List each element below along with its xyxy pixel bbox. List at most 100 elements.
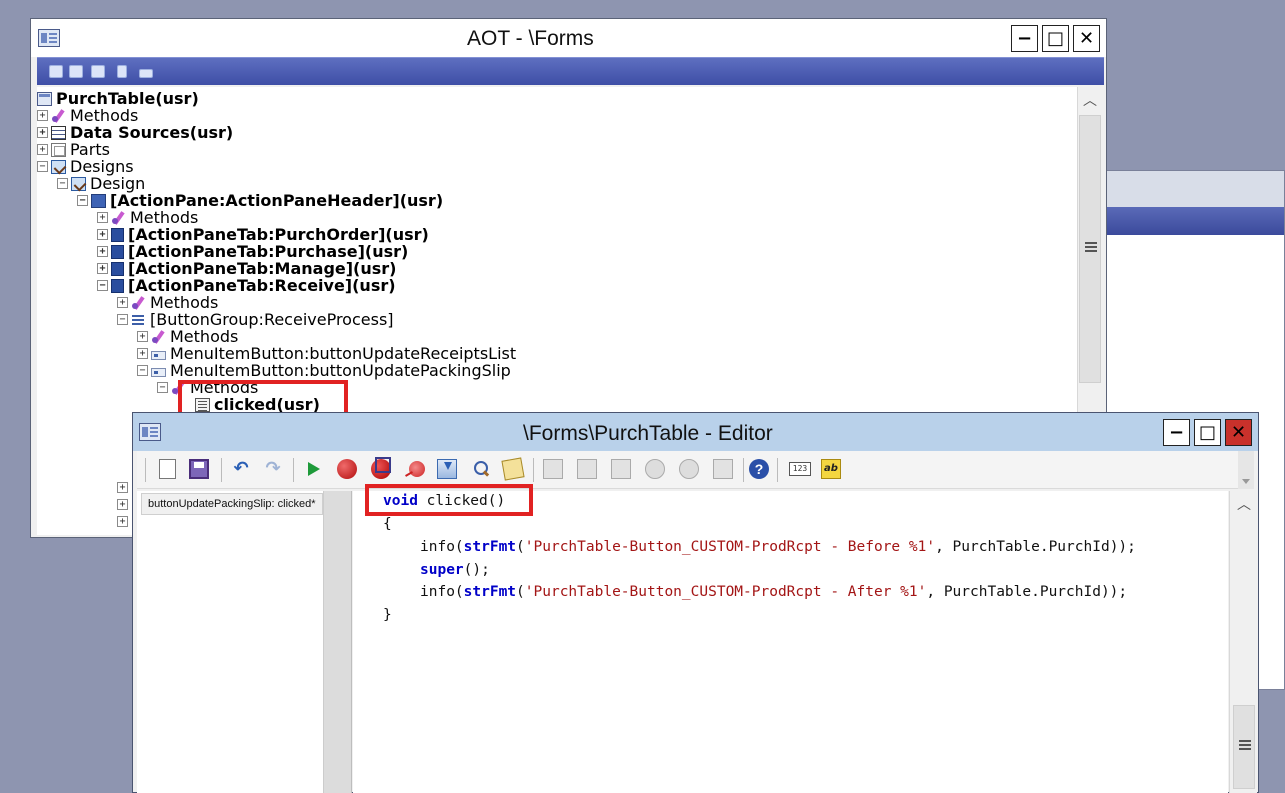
maximize-button[interactable]: □: [1194, 419, 1221, 446]
expand-icon[interactable]: +: [97, 263, 108, 274]
import-icon[interactable]: [117, 65, 127, 78]
expand-icon[interactable]: +: [97, 246, 108, 257]
code-line: super();: [420, 560, 490, 581]
editor-window: \Forms\PurchTable - Editor − □ ✕ ↶ ↷ ? 1…: [132, 412, 1259, 793]
close-button[interactable]: ✕: [1073, 25, 1100, 52]
tree-node-hidden[interactable]: +: [117, 496, 131, 513]
scroll-up-icon[interactable]: ︿: [1232, 493, 1256, 517]
filter-icon[interactable]: [139, 69, 153, 78]
code-text: , PurchTable.PurchId));: [935, 539, 1136, 555]
minimize-button[interactable]: −: [1011, 25, 1038, 52]
tree-node-methods[interactable]: + Methods: [97, 208, 198, 227]
expand-icon[interactable]: +: [117, 482, 128, 493]
tree-node-tab-receive[interactable]: − [ActionPaneTab:Receive](usr): [97, 276, 396, 295]
tree-node-buttongroup[interactable]: − [ButtonGroup:ReceiveProcess]: [117, 310, 394, 329]
tree-node-methods[interactable]: + Methods: [137, 327, 238, 346]
help-icon[interactable]: ?: [749, 459, 769, 479]
expand-icon[interactable]: +: [137, 348, 148, 359]
minimize-button[interactable]: −: [1163, 419, 1190, 446]
tree-node-data-sources[interactable]: + Data Sources(usr): [37, 123, 233, 142]
button-group-icon: [131, 313, 146, 327]
form-window-icon: [38, 29, 60, 47]
code-text: ();: [463, 562, 490, 578]
collapse-icon[interactable]: −: [77, 195, 88, 206]
code-text: }: [383, 607, 392, 623]
background-window-toolbar: [1107, 207, 1284, 235]
scroll-thumb[interactable]: [1233, 705, 1255, 789]
action-pane-tab-icon: [111, 227, 124, 242]
undo-icon[interactable]: ↶: [231, 459, 251, 479]
methods-icon: [111, 211, 126, 225]
tree-node-menuitem-packingslip[interactable]: − MenuItemButton:buttonUpdatePackingSlip: [137, 361, 511, 380]
method-tab[interactable]: buttonUpdatePackingSlip: clicked*: [141, 493, 323, 515]
tree-node-purchtable[interactable]: PurchTable(usr): [37, 89, 199, 108]
tree-node-hidden[interactable]: +: [117, 479, 131, 496]
aot-toolbar: [37, 57, 1104, 85]
maximize-button[interactable]: □: [1042, 25, 1069, 52]
import-icon[interactable]: [437, 459, 457, 479]
code-text: info(: [420, 584, 464, 600]
new-icon[interactable]: [159, 459, 176, 479]
scroll-up-icon[interactable]: ︿: [1078, 89, 1102, 113]
collapse-icon[interactable]: −: [37, 161, 48, 172]
expand-icon[interactable]: +: [137, 331, 148, 342]
tree-node-methods[interactable]: + Methods: [117, 293, 218, 312]
collapse-icon[interactable]: −: [97, 280, 108, 291]
run-icon[interactable]: [303, 459, 323, 479]
tree-node-hidden[interactable]: +: [117, 513, 131, 530]
tree-node-menuitem-receiptslist[interactable]: + MenuItemButton:buttonUpdateReceiptsList: [137, 344, 516, 363]
close-button[interactable]: ✕: [1225, 419, 1252, 446]
editor-toolbar: ↶ ↷ ? 123 ab: [137, 451, 1254, 489]
editor-vertical-scrollbar[interactable]: ︿: [1229, 491, 1257, 793]
toolbar-overflow-icon[interactable]: [1238, 451, 1254, 489]
open-icon[interactable]: [49, 65, 63, 78]
toggle-breakpoint-icon[interactable]: [371, 457, 391, 479]
disabled-tool-icon: [679, 459, 699, 479]
tree-node-tab-purchase[interactable]: + [ActionPaneTab:Purchase](usr): [97, 242, 408, 261]
editor-window-title: \Forms\PurchTable - Editor: [523, 422, 773, 445]
expand-icon[interactable]: +: [117, 297, 128, 308]
redo-icon[interactable]: ↷: [263, 459, 283, 479]
editor-titlebar[interactable]: \Forms\PurchTable - Editor − □ ✕: [133, 413, 1258, 451]
expand-icon[interactable]: +: [97, 212, 108, 223]
remove-breakpoints-icon[interactable]: [409, 461, 425, 477]
code-text: , PurchTable.PurchId));: [926, 584, 1128, 600]
scroll-thumb[interactable]: [1079, 115, 1101, 383]
script-icon[interactable]: [501, 457, 525, 481]
tree-node-parts[interactable]: + Parts: [37, 140, 110, 159]
code-text: info(: [420, 539, 464, 555]
number-icon[interactable]: 123: [789, 462, 811, 476]
expand-icon[interactable]: +: [37, 144, 48, 155]
expand-icon[interactable]: +: [37, 110, 48, 121]
action-pane-tab-icon: [111, 244, 124, 259]
collapse-icon[interactable]: −: [157, 382, 168, 393]
tree-node-designs[interactable]: − Designs: [37, 157, 134, 176]
save-icon[interactable]: [189, 459, 209, 479]
form-icon: [37, 91, 52, 106]
code-editor[interactable]: void clicked() { info(strFmt('PurchTable…: [353, 491, 1228, 793]
compile-icon[interactable]: [91, 65, 105, 78]
data-sources-icon: [51, 125, 66, 140]
tree-node-methods[interactable]: + Methods: [37, 106, 138, 125]
tree-node-design[interactable]: − Design: [57, 174, 145, 193]
find-icon[interactable]: [471, 459, 491, 479]
collapse-icon[interactable]: −: [57, 178, 68, 189]
tree-node-actionpane[interactable]: − [ActionPane:ActionPaneHeader](usr): [77, 191, 443, 210]
scroll-grip-icon: [1085, 242, 1097, 244]
expand-icon[interactable]: +: [97, 229, 108, 240]
tree-node-tab-manage[interactable]: + [ActionPaneTab:Manage](usr): [97, 259, 396, 278]
expand-icon[interactable]: +: [117, 499, 128, 510]
code-text: (: [516, 584, 525, 600]
collapse-icon[interactable]: −: [137, 365, 148, 376]
breakpoint-icon[interactable]: [337, 459, 357, 479]
aot-titlebar[interactable]: AOT - \Forms − □ ✕: [31, 19, 1106, 57]
disabled-tool-icon: [713, 459, 733, 479]
spellcheck-icon[interactable]: ab: [821, 459, 841, 479]
collapse-icon[interactable]: −: [117, 314, 128, 325]
methods-icon: [151, 330, 166, 344]
properties-icon[interactable]: [69, 65, 83, 78]
highlight-method-signature: [365, 484, 533, 516]
tree-node-tab-purchorder[interactable]: + [ActionPaneTab:PurchOrder](usr): [97, 225, 429, 244]
expand-icon[interactable]: +: [37, 127, 48, 138]
expand-icon[interactable]: +: [117, 516, 128, 527]
